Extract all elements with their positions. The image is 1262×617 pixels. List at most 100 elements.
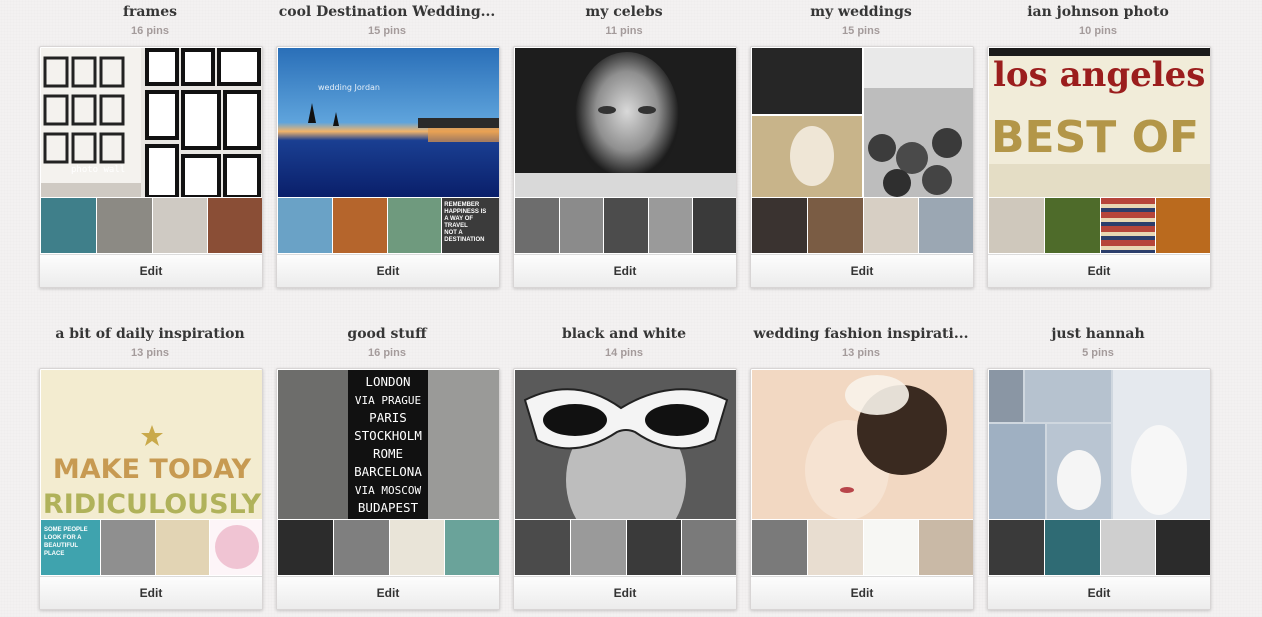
pin-thumbnail[interactable] [389, 520, 445, 575]
pin-thumbnail[interactable] [209, 520, 262, 575]
pin-thumbnail[interactable] [863, 198, 919, 253]
pin-thumbnail[interactable] [515, 520, 570, 575]
pin-thumbnail[interactable] [152, 198, 208, 253]
pin-thumbnail[interactable] [1044, 198, 1100, 253]
board-cover-image[interactable]: LONDON VIA PRAGUE PARIS STOCKHOLM ROME B… [278, 370, 499, 519]
board-card[interactable]: los angeles BEST OF LA Edit [987, 46, 1211, 288]
thumb-text: A WAY OF TRAVEL [444, 216, 474, 229]
board-card[interactable]: LONDON VIA PRAGUE PARIS STOCKHOLM ROME B… [276, 368, 500, 610]
pin-thumbnail[interactable] [626, 520, 682, 575]
board-thumbnails [515, 198, 736, 253]
board-title[interactable]: a bit of daily inspiration [19, 323, 281, 345]
cover-text: MAKE TODAY [53, 454, 252, 485]
board-card[interactable]: MAKE TODAY RIDICULOUSLY SOME PEOPLE LOOK… [39, 368, 263, 610]
cover-text: LONDON [365, 374, 410, 389]
edit-button[interactable]: Edit [988, 576, 1210, 609]
board-cover-image[interactable]: MAKE TODAY RIDICULOUSLY [41, 370, 262, 519]
board-title[interactable]: black and white [493, 323, 755, 345]
pin-thumbnail[interactable] [1044, 520, 1100, 575]
board-thumbnails [989, 520, 1210, 575]
pin-thumbnail[interactable] [278, 198, 332, 253]
edit-button[interactable]: Edit [751, 576, 973, 609]
pin-thumbnail[interactable] [570, 520, 626, 575]
pin-thumbnail[interactable] [693, 198, 736, 253]
board-cover-image[interactable] [752, 370, 973, 519]
pin-thumbnail[interactable] [989, 520, 1044, 575]
edit-button[interactable]: Edit [277, 576, 499, 609]
edit-button[interactable]: Edit [514, 254, 736, 287]
pin-thumbnail[interactable] [208, 198, 262, 253]
board-card[interactable]: Edit [750, 46, 974, 288]
board-thumbnails [278, 520, 499, 575]
board-cover-image[interactable] [989, 370, 1210, 519]
pin-thumbnail[interactable] [752, 520, 807, 575]
pin-thumbnail[interactable] [515, 198, 559, 253]
thumb-text: BEAUTIFUL PLACE [44, 543, 78, 557]
pin-thumbnail[interactable] [1100, 520, 1156, 575]
board-cover-image[interactable] [515, 370, 736, 519]
pin-thumbnail[interactable] [604, 198, 648, 253]
edit-button[interactable]: Edit [40, 254, 262, 287]
pin-thumbnail[interactable] [1100, 198, 1156, 253]
edit-button[interactable]: Edit [514, 576, 736, 609]
thumb-text: NOT A DESTINATION [444, 230, 485, 243]
thumb-text: HAPPINESS IS [444, 209, 487, 215]
cover-text: BUDAPEST [358, 500, 419, 515]
board-cover-image[interactable]: los angeles BEST OF LA [989, 48, 1211, 197]
pin-thumbnail[interactable] [1156, 520, 1210, 575]
pin-thumbnail[interactable] [332, 198, 387, 253]
edit-button[interactable]: Edit [40, 576, 262, 609]
pin-thumbnail[interactable]: SOME PEOPLE LOOK FOR A BEAUTIFUL PLACE [41, 520, 101, 575]
pin-thumbnail[interactable] [101, 520, 155, 575]
board-title[interactable]: my weddings [730, 1, 992, 23]
pin-thumbnail[interactable] [445, 520, 499, 575]
board-cover-image[interactable] [515, 48, 736, 197]
board-thumbnails: REMEMBER HAPPINESS IS A WAY OF TRAVEL NO… [278, 198, 499, 253]
board-title[interactable]: frames [19, 1, 281, 23]
pin-thumbnail[interactable] [559, 198, 604, 253]
pin-thumbnail[interactable] [752, 198, 807, 253]
board-cover-image[interactable] [752, 48, 973, 197]
cover-text: BEST OF LA [991, 112, 1211, 163]
pin-thumbnail[interactable] [682, 520, 736, 575]
pin-thumbnail[interactable] [41, 198, 96, 253]
pin-thumbnail[interactable] [96, 198, 152, 253]
board-card[interactable]: photo wall Edit [39, 46, 263, 288]
pin-thumbnail[interactable]: REMEMBER HAPPINESS IS A WAY OF TRAVEL NO… [442, 198, 499, 253]
pin-thumbnail[interactable] [1156, 198, 1210, 253]
pin-thumbnail[interactable] [155, 520, 209, 575]
board-card[interactable]: Edit [513, 46, 737, 288]
pin-thumbnail[interactable] [387, 198, 442, 253]
cover-text: los angeles [993, 55, 1205, 95]
edit-button[interactable]: Edit [751, 254, 973, 287]
pin-count: 15 pins [368, 25, 406, 37]
pin-thumbnail[interactable] [278, 520, 333, 575]
pin-thumbnail[interactable] [807, 520, 863, 575]
pin-thumbnail[interactable] [919, 198, 973, 253]
board-cover-image[interactable]: wedding Jordan [278, 48, 499, 197]
board-thumbnails [41, 198, 262, 253]
cover-watermark-text: wedding Jordan [318, 83, 380, 92]
edit-button[interactable]: Edit [988, 254, 1210, 287]
pin-thumbnail[interactable] [807, 198, 863, 253]
board-title[interactable]: just hannah [967, 323, 1229, 345]
board-title[interactable]: ian johnson photo [967, 1, 1229, 23]
pin-thumbnail[interactable] [863, 520, 919, 575]
board-card[interactable]: Edit [750, 368, 974, 610]
board-card[interactable]: Edit [513, 368, 737, 610]
cover-text: VIA PRAGUE [355, 394, 421, 407]
edit-button[interactable]: Edit [277, 254, 499, 287]
pin-thumbnail[interactable] [989, 198, 1044, 253]
thumb-text: REMEMBER [444, 202, 480, 208]
pin-thumbnail[interactable] [648, 198, 693, 253]
board-title[interactable]: my celebs [493, 1, 755, 23]
board-cover-image[interactable]: photo wall [41, 48, 262, 197]
board-card[interactable]: Edit [987, 368, 1211, 610]
pin-thumbnail[interactable] [919, 520, 973, 575]
board-card[interactable]: wedding Jordan REMEMBER HAPPINESS IS A W… [276, 46, 500, 288]
board-title[interactable]: good stuff [256, 323, 518, 345]
board-title[interactable]: wedding fashion inspirati... [730, 323, 992, 345]
board-title[interactable]: cool Destination Wedding... [256, 1, 518, 23]
board-thumbnails [515, 520, 736, 575]
pin-thumbnail[interactable] [333, 520, 389, 575]
